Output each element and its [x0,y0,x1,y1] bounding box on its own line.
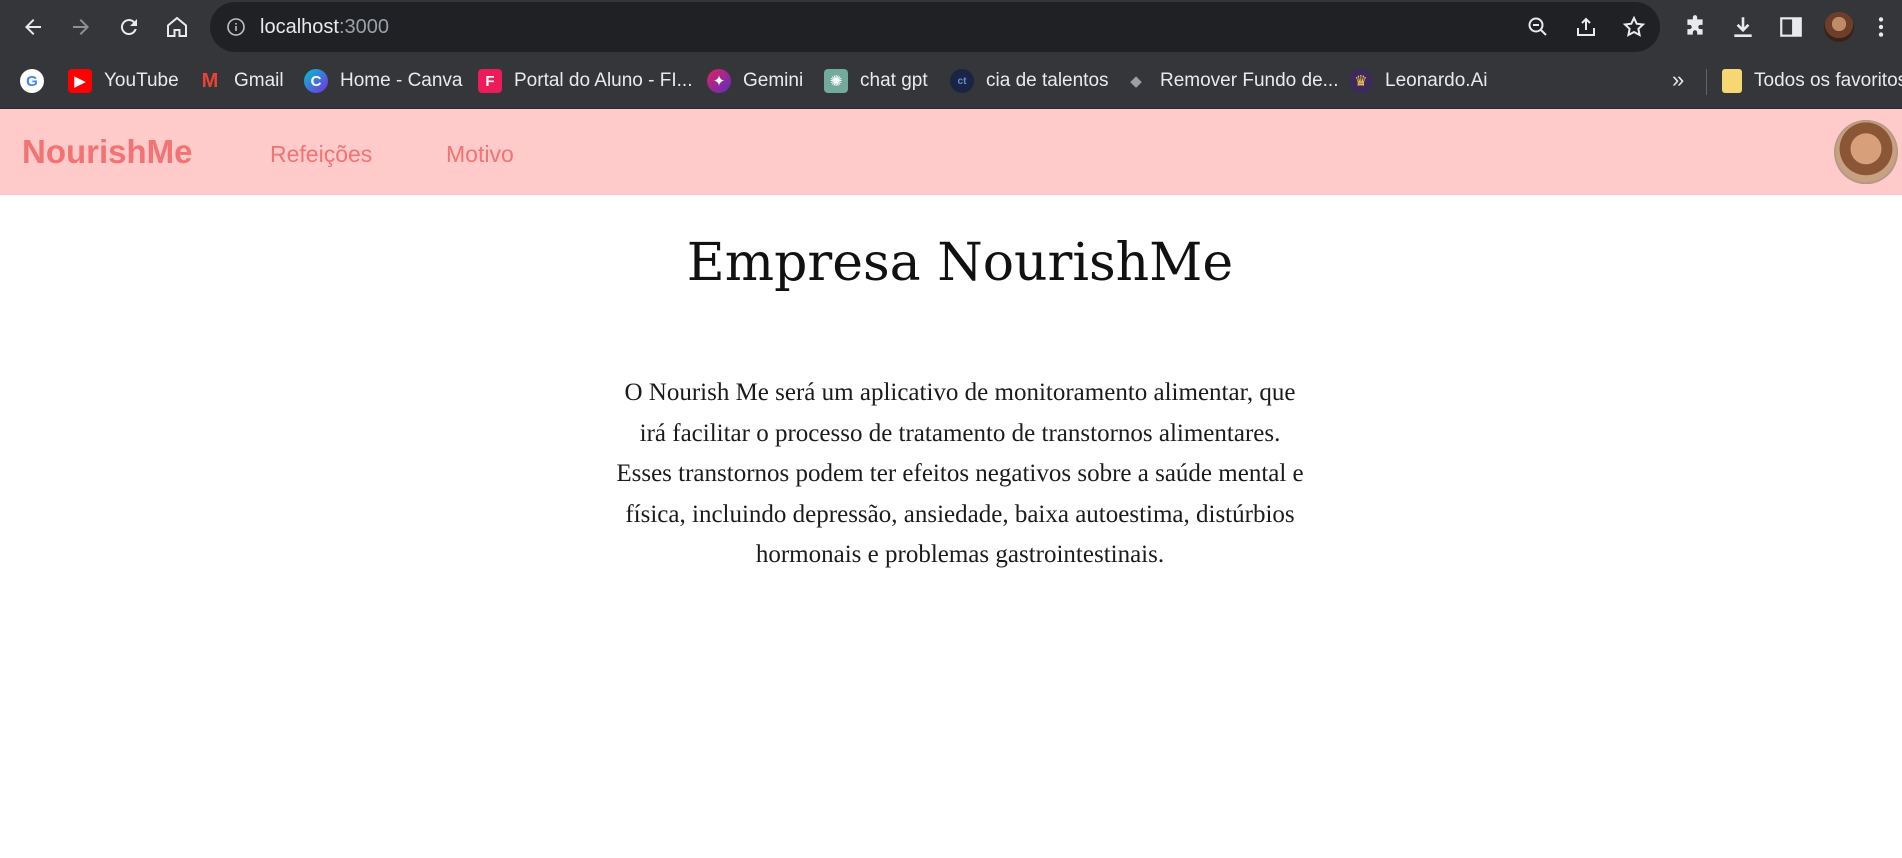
bookmark-label: chat gpt [860,70,928,91]
bookmark-cia[interactable]: ct cia de talentos [950,54,1109,108]
bookmark-label: Remover Fundo de... [1160,70,1339,91]
google-icon: G [20,69,44,93]
info-icon[interactable] [226,17,246,37]
gmail-icon: M [201,69,219,92]
bookmarks-overflow-button[interactable]: » [1672,67,1684,93]
bookmark-all-favorites[interactable]: Todos os favoritos [1722,54,1902,108]
share-icon[interactable] [1574,15,1598,39]
folder-icon [1722,69,1742,93]
bookmark-gemini[interactable]: ✦ Gemini [707,54,803,108]
browser-toolbar: localhost:3000 [0,0,1902,54]
menu-kebab-icon[interactable] [1872,14,1890,40]
gemini-icon: ✦ [707,69,731,93]
zoom-out-icon[interactable] [1526,15,1550,39]
profile-avatar-icon[interactable] [1824,12,1854,42]
brand-logo[interactable]: NourishMe [22,133,193,171]
home-button[interactable] [162,12,192,42]
portal-icon: F [478,69,502,93]
bookmark-youtube[interactable]: ▶ YouTube [68,54,179,108]
arrow-left-icon [25,19,41,35]
bookmark-label: cia de talentos [986,70,1109,91]
bookmarks-divider [1706,69,1707,95]
bookmarks-bar: G ▶ YouTube M Gmail C Home - Canva F Por… [0,54,1902,109]
bookmark-label: Portal do Aluno - FI... [514,70,693,91]
bookmark-label: Gemini [743,70,804,91]
app-navbar: NourishMe Refeições Motivo [0,109,1902,195]
intro-paragraph: O Nourish Me será um aplicativo de monit… [616,379,1304,568]
main-content: Empresa NourishMe O Nourish Me será um a… [0,195,1902,858]
bookmark-label: Leonardo.Ai [1385,70,1488,91]
page-title: Empresa NourishMe [686,233,1234,293]
reload-icon [120,19,137,36]
side-panel-icon[interactable] [1778,14,1804,40]
bookmark-label: Home - Canva [340,70,463,91]
url-host: localhost [260,16,339,38]
star-icon[interactable] [1622,15,1646,39]
leonardo-icon: ♛ [1349,69,1373,93]
bookmark-label: Gmail [234,70,284,91]
reload-button[interactable] [114,12,144,42]
youtube-icon: ▶ [68,69,92,93]
bookmark-label: Todos os favoritos [1754,70,1902,91]
canva-icon: C [304,69,328,93]
bookmark-portal[interactable]: F Portal do Aluno - FI... [478,54,692,108]
download-icon[interactable] [1730,14,1756,40]
browser-chrome: localhost:3000 G ▶ YouTube M Gmail C Hom… [0,0,1902,109]
bookmark-leonardo[interactable]: ♛ Leonardo.Ai [1349,54,1487,108]
back-button[interactable] [18,12,48,42]
forward-button[interactable] [66,12,96,42]
user-avatar[interactable] [1834,120,1898,184]
bookmark-chatgpt[interactable]: ✺ chat gpt [824,54,928,108]
bookmark-google[interactable]: G [20,54,56,108]
url-port: :3000 [338,16,389,38]
bookmark-remove-bg[interactable]: ◆ Remover Fundo de... [1124,54,1338,108]
arrow-right-icon [73,19,89,35]
home-icon [167,16,187,37]
remove-bg-icon: ◆ [1130,73,1142,90]
nav-link-refeicoes[interactable]: Refeições [270,141,372,168]
url-text: localhost:3000 [260,16,389,39]
chatgpt-icon: ✺ [824,69,848,93]
bookmark-gmail[interactable]: M Gmail [198,54,284,108]
address-bar[interactable]: localhost:3000 [210,2,1660,52]
nav-link-motivo[interactable]: Motivo [446,141,514,168]
bookmark-label: YouTube [104,70,179,91]
bookmark-canva[interactable]: C Home - Canva [304,54,463,108]
cia-icon: ct [950,69,974,93]
extensions-icon[interactable] [1682,14,1708,40]
